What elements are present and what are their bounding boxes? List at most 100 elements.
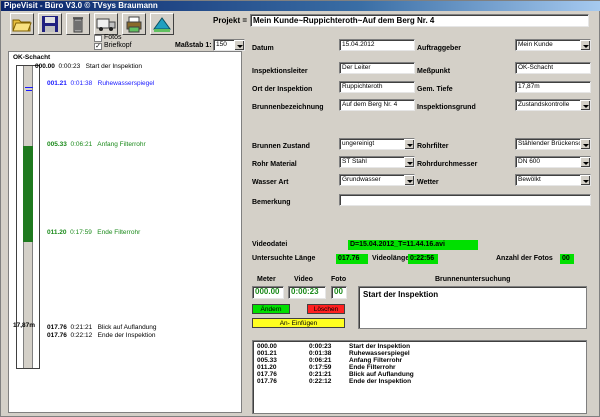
filter-section	[23, 146, 33, 242]
inspektionsleiter-field[interactable]: Der Leiter	[339, 62, 415, 74]
delete-button[interactable]	[66, 13, 90, 35]
fotos-count-label: Anzahl der Fotos	[496, 255, 553, 262]
open-folder-button[interactable]	[10, 13, 34, 35]
shaft-event-4: 017.76 0:21:21 Blick auf Auflandung	[47, 324, 157, 331]
zustand-label: Brunnen Zustand	[252, 143, 310, 150]
chevron-down-icon[interactable]	[404, 175, 414, 185]
chevron-down-icon[interactable]	[404, 157, 414, 167]
wasser-select[interactable]: Grundwasser	[339, 174, 415, 186]
datum-field[interactable]: 15.04.2012	[339, 39, 415, 51]
chevron-down-icon[interactable]	[404, 139, 414, 149]
window-title: PipeVisit - Büro V3.0 © TVsys Braumann	[4, 1, 158, 10]
projekt-field[interactable]: Mein Kunde~Ruppichteroth~Auf dem Berg Nr…	[250, 14, 589, 27]
chevron-down-icon[interactable]	[580, 40, 590, 50]
print-button[interactable]	[122, 13, 146, 35]
durchmesser-label: Rohrdurchmesser	[417, 161, 478, 168]
tiefe-label: Gem. Tiefe	[417, 86, 453, 93]
printer-icon	[126, 16, 142, 33]
projekt-label: Projekt =	[213, 16, 248, 25]
auftraggeber-select[interactable]: Mein Kunde	[515, 39, 591, 51]
event-log[interactable]: 000.00 0:00:23 Start der Inspektion 001.21…	[252, 340, 587, 414]
videolaenge-field: 0:22:56	[408, 254, 438, 264]
videodatei-label: Videodatei	[252, 241, 288, 248]
inspektionsleiter-label: Inspektionsleiter	[252, 68, 308, 75]
briefkopf-checkbox[interactable]: ✓	[94, 43, 102, 50]
massstab-select[interactable]: 150	[213, 39, 245, 51]
truck-icon	[96, 18, 116, 31]
folder-icon	[12, 19, 32, 32]
briefkopf-label: Briefkopf	[104, 42, 132, 49]
wetter-label: Wetter	[417, 179, 439, 186]
save-button[interactable]	[38, 13, 62, 35]
tiefe-field[interactable]: 17,87m	[515, 81, 591, 93]
chevron-down-icon[interactable]	[580, 157, 590, 167]
water-level-marker-2	[26, 90, 32, 91]
foto-input[interactable]: 00	[331, 286, 347, 299]
loschen-button[interactable]: Löschen	[307, 304, 345, 314]
messpunkt-label: Meßpunkt	[417, 68, 451, 75]
fotos-label: Fotos	[104, 34, 122, 41]
brunnenunters-label: Brunnenuntersuchung	[435, 276, 511, 283]
list-item[interactable]: 017.76 0:21:21 Blick auf Auflandung	[257, 371, 582, 378]
durchmesser-select[interactable]: DN 600	[515, 156, 591, 168]
meter-label: Meter	[257, 276, 276, 283]
water-level-marker	[25, 87, 33, 88]
shaft-event-5: 017.76 0:22:12 Ende der Inspektion	[47, 332, 156, 339]
bemerkung-label: Bemerkung	[252, 199, 291, 206]
rohfilter-select[interactable]: Stählender Brückensc	[515, 138, 591, 150]
massstab-label: Maßstab 1:	[175, 42, 212, 49]
chevron-down-icon[interactable]	[580, 175, 590, 185]
meter-input[interactable]: 000.00	[252, 286, 284, 299]
zustand-select[interactable]: ungereinigt	[339, 138, 415, 150]
floppy-icon	[42, 16, 58, 32]
shaft-event-3: 011.20 0:17:59 Ende Filterrohr	[47, 229, 141, 236]
list-item[interactable]: 017.76 0:22:12 Ende der Inspektion	[257, 378, 582, 385]
list-item[interactable]: 005.33 0:06:21 Anfang Filterrohr	[257, 357, 582, 364]
fotos-checkbox[interactable]	[94, 35, 102, 42]
videodatei-field: D=15.04.2012_T=11.44.16.avi	[348, 240, 478, 250]
einfugen-button[interactable]: An- Einfügen	[252, 318, 345, 328]
grund-select[interactable]: Zustandskontrolle	[515, 99, 591, 111]
note-textarea[interactable]: Start der Inspektion	[358, 286, 587, 329]
laenge-field: 017.76	[336, 254, 368, 264]
chevron-down-icon[interactable]	[580, 139, 590, 149]
rohfilter-label: Rohrfilter	[417, 143, 449, 150]
video-label: Video	[294, 276, 313, 283]
shaft-header: OK-Schacht	[13, 54, 51, 61]
chevron-down-icon[interactable]	[234, 40, 244, 50]
shaft-total: 17,87m	[13, 322, 36, 329]
main-window: PipeVisit - Büro V3.0 © TVsys Braumann F…	[0, 0, 600, 417]
chevron-down-icon[interactable]	[580, 100, 590, 110]
auftraggeber-label: Auftraggeber	[417, 45, 461, 52]
shaft-event-1: 001.21 0:01:38 Ruhewasserspiegel	[47, 80, 155, 87]
messpunkt-field[interactable]: OK-Schacht	[515, 62, 591, 74]
list-item[interactable]: 001.21 0:01:38 Ruhewasserspiegel	[257, 350, 582, 357]
list-item[interactable]: 000.00 0:00:23 Start der Inspektion	[257, 343, 582, 350]
trash-icon	[73, 17, 83, 33]
fotos-count-field: 00	[560, 254, 574, 264]
laenge-label: Untersuchte Länge	[252, 255, 316, 262]
shaft-event-0: 000.00 0:00:23 Start der Inspektion	[35, 63, 142, 70]
chart-icon	[153, 17, 171, 32]
videolaenge-label: Videolänge	[372, 255, 410, 262]
list-item[interactable]: 011.20 0:17:59 Ende Filterrohr	[257, 364, 582, 371]
grund-label: Inspektionsgrund	[417, 104, 476, 111]
brunnen-label: Brunnenbezeichnung	[252, 104, 324, 111]
wetter-select[interactable]: Bewölkt	[515, 174, 591, 186]
export-button[interactable]	[150, 13, 174, 35]
material-label: Rohr Material	[252, 161, 297, 168]
andern-button[interactable]: Ändern	[252, 304, 290, 314]
ort-field[interactable]: Ruppichteroth	[339, 81, 415, 93]
video-time-input[interactable]: 0:00:23	[288, 286, 326, 299]
material-select[interactable]: ST Stahl	[339, 156, 415, 168]
wasser-label: Wasser Art	[252, 179, 289, 186]
shaft-event-2: 005.33 0:06:21 Anfang Filterrohr	[47, 141, 146, 148]
shaft-diagram: OK-Schacht 17,87m 000.00 0:00:23 Start d…	[8, 51, 242, 413]
datum-label: Datum	[252, 45, 274, 52]
brunnen-field[interactable]: Auf dem Berg Nr. 4	[339, 99, 415, 111]
foto-label: Foto	[331, 276, 347, 283]
bemerkung-field[interactable]	[339, 194, 591, 206]
ort-label: Ort der Inspektion	[252, 86, 313, 93]
title-bar: PipeVisit - Büro V3.0 © TVsys Braumann	[1, 1, 600, 11]
vehicle-button[interactable]	[94, 13, 118, 35]
